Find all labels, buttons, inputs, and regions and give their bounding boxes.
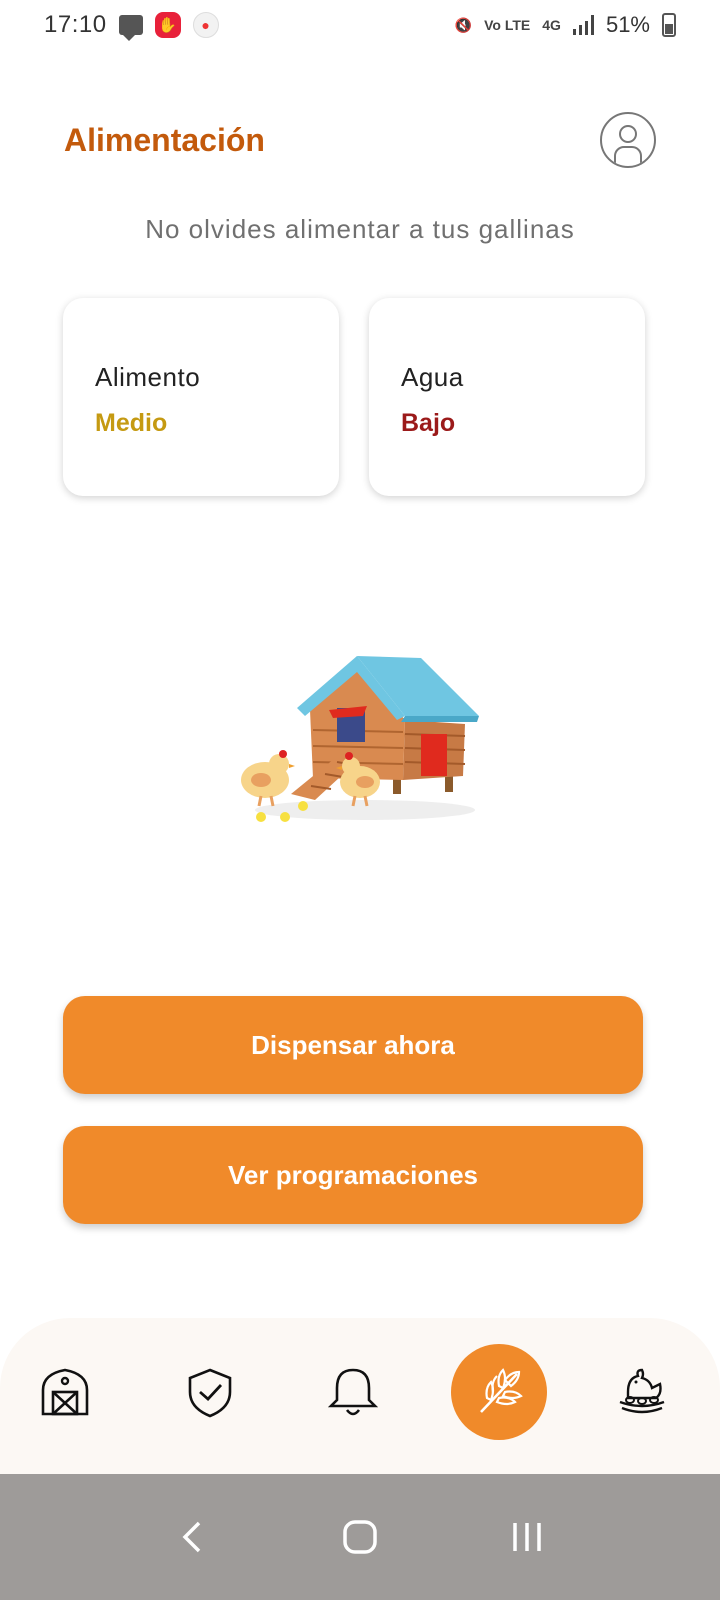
back-button[interactable] — [163, 1507, 223, 1567]
status-right: 🔇 Vo LTE 4G 51% — [455, 12, 676, 38]
mute-icon: 🔇 — [454, 16, 473, 33]
volte-icon: Vo LTE — [484, 17, 531, 33]
status-bar: 17:10 ✋ ● 🔇 Vo LTE 4G 51% — [0, 0, 720, 50]
page-title: Alimentación — [64, 122, 265, 158]
dispense-now-button[interactable]: Dispensar ahora — [63, 996, 643, 1094]
chat-notification-icon — [118, 15, 143, 41]
bell-icon — [327, 1368, 379, 1416]
nav-security[interactable] — [162, 1344, 258, 1440]
nav-notifications[interactable] — [305, 1344, 401, 1440]
nav-barn[interactable] — [17, 1344, 113, 1440]
barn-icon — [41, 1368, 89, 1416]
wheat-icon — [480, 1368, 523, 1413]
user-icon — [619, 125, 637, 143]
bottom-nav — [0, 1318, 720, 1474]
network-4g-icon: 4G — [542, 17, 561, 33]
system-nav-bar — [0, 1474, 720, 1600]
recents-icon — [512, 1523, 541, 1551]
view-schedules-button[interactable]: Ver programaciones — [63, 1126, 643, 1224]
nav-feeding[interactable] — [451, 1344, 547, 1440]
water-level-card: Agua Bajo — [369, 298, 645, 496]
status-time: 17:10 — [44, 11, 107, 38]
app-notification-icon: ✋ — [154, 12, 181, 38]
hen-nest-icon — [619, 1368, 665, 1414]
signal-icon — [572, 15, 594, 35]
home-button[interactable] — [330, 1507, 390, 1567]
battery-icon — [662, 13, 676, 37]
chicken-coop-illustration — [241, 656, 479, 822]
food-level-card: Alimento Medio — [63, 298, 339, 496]
food-level-value: Medio — [95, 409, 168, 437]
water-label: Agua — [401, 362, 464, 392]
battery-percent: 51% — [605, 12, 650, 37]
subtitle: No olvides alimentar a tus gallinas — [145, 214, 575, 244]
shield-check-icon — [188, 1368, 232, 1418]
home-icon — [343, 1520, 377, 1554]
profile-button[interactable] — [600, 112, 656, 168]
hen-app-icon: ● — [192, 12, 219, 38]
back-icon — [182, 1521, 201, 1553]
food-label: Alimento — [95, 362, 201, 392]
water-level-value: Bajo — [401, 409, 456, 437]
nav-hens[interactable] — [594, 1344, 690, 1440]
user-icon-body — [614, 146, 642, 166]
status-left: 17:10 ✋ ● — [44, 11, 219, 41]
recents-button[interactable] — [497, 1507, 557, 1567]
